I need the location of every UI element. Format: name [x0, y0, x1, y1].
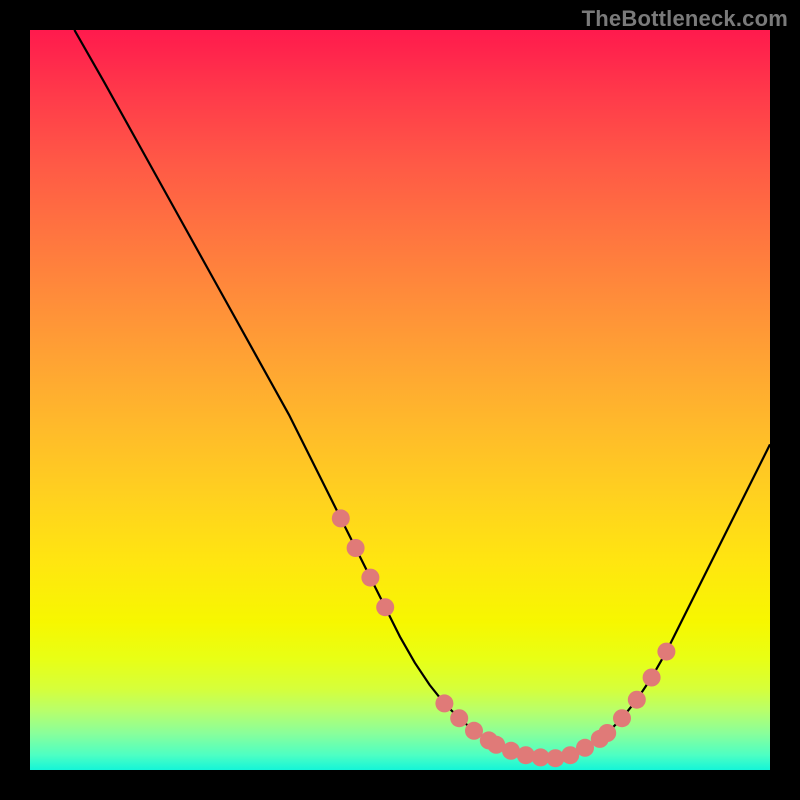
dot	[332, 509, 350, 527]
highlight-dots	[332, 509, 676, 767]
watermark-text: TheBottleneck.com	[582, 6, 788, 32]
curve-layer	[30, 30, 770, 770]
dot	[643, 669, 661, 687]
dot	[546, 749, 564, 767]
dot	[598, 724, 616, 742]
dot	[628, 691, 646, 709]
dot	[613, 709, 631, 727]
dot	[361, 569, 379, 587]
chart-stage: TheBottleneck.com	[0, 0, 800, 800]
dot	[376, 598, 394, 616]
dot	[435, 694, 453, 712]
dot	[450, 709, 468, 727]
plot-area	[30, 30, 770, 770]
dot	[347, 539, 365, 557]
dot	[465, 722, 483, 740]
dot	[657, 643, 675, 661]
